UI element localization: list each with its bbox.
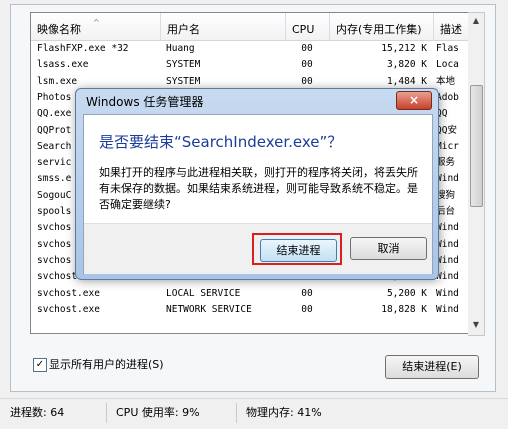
column-header-label: 映像名称	[37, 23, 81, 36]
highlight-box: 结束进程	[252, 233, 342, 265]
cell-cpu: 00	[301, 303, 313, 315]
column-header-user-name[interactable]: 用户名	[161, 13, 286, 40]
end-process-button[interactable]: 结束进程(E)	[385, 355, 479, 379]
cell-image-name: svchost.exe	[37, 303, 100, 315]
cell-memory: 15,212 K	[381, 43, 427, 54]
cell-description: Wind	[436, 238, 459, 250]
cell-image-name: svchost.exe	[37, 287, 100, 299]
cell-description: Loca	[436, 59, 459, 71]
cell-user-name: LOCAL SERVICE	[166, 287, 241, 299]
column-header-label: 描述	[440, 23, 462, 36]
cell-description: Wind	[436, 303, 459, 315]
status-physical-memory: 物理内存: 41%	[246, 406, 322, 419]
column-header-label: 内存(专用工作集)	[336, 23, 422, 36]
cell-description: QQ安	[436, 124, 457, 136]
cell-description: Flas	[436, 43, 459, 54]
cell-cpu: 00	[301, 59, 313, 71]
close-icon[interactable]: ×	[396, 91, 432, 110]
sort-ascending-icon: ^	[93, 18, 100, 27]
table-row[interactable]: svchost.exe LOCAL SERVICE 00 5,200 K Wind	[31, 286, 469, 302]
column-header-label: CPU	[292, 23, 315, 36]
cell-description: Wind	[436, 287, 459, 299]
table-row[interactable]: FlashFXP.exe *32 Huang 00 15,212 K Flas	[31, 41, 469, 57]
cell-memory: 5,200 K	[386, 287, 427, 299]
cell-description: Wind	[436, 173, 459, 185]
scrollbar-thumb[interactable]	[470, 85, 483, 207]
confirm-end-process-button[interactable]: 结束进程	[260, 239, 337, 262]
status-process-count: 进程数: 64	[10, 406, 65, 419]
dialog-content: 是否要结束“SearchIndexer.exe”？ 如果打开的程序与此进程相关联…	[83, 114, 433, 274]
column-header-label: 用户名	[167, 23, 200, 36]
cell-image-name: lsass.exe	[37, 59, 89, 71]
cancel-button[interactable]: 取消	[350, 237, 427, 260]
column-header-memory[interactable]: 内存(专用工作集)	[330, 13, 434, 40]
vertical-scrollbar[interactable]: ▲ ▼	[468, 12, 485, 336]
table-row[interactable]: lsass.exe SYSTEM 00 3,820 K Loca	[31, 57, 469, 73]
scroll-down-icon[interactable]: ▼	[468, 317, 484, 333]
cell-user-name: NETWORK SERVICE	[166, 303, 252, 315]
process-list-header: 映像名称 ^ 用户名 CPU 内存(专用工作集) 描述	[31, 13, 469, 41]
end-process-dialog: Windows 任务管理器 × 是否要结束“SearchIndexer.exe”…	[75, 88, 439, 280]
cell-description: Wind	[436, 271, 459, 283]
checkbox-checked-icon[interactable]: ✓	[33, 358, 47, 372]
column-header-image-name[interactable]: 映像名称 ^	[31, 13, 161, 40]
cell-description: 搜狗	[436, 189, 456, 201]
cell-description: Wind	[436, 254, 459, 266]
show-all-users-label: 显示所有用户的进程(S)	[49, 358, 164, 371]
dialog-question: 是否要结束“SearchIndexer.exe”？	[99, 133, 343, 151]
cell-memory: 3,820 K	[386, 59, 427, 71]
cell-description: QQ	[436, 108, 448, 120]
cell-description: 后台	[436, 206, 456, 217]
cell-image-name: FlashFXP.exe *32	[37, 43, 129, 54]
dialog-title: Windows 任务管理器	[86, 95, 204, 109]
cell-user-name: Huang	[166, 43, 195, 54]
scroll-up-icon[interactable]: ▲	[468, 13, 484, 29]
status-divider	[106, 403, 107, 423]
status-bar: 进程数: 64 CPU 使用率: 9% 物理内存: 41%	[0, 398, 508, 429]
cell-cpu: 00	[301, 287, 313, 299]
cell-cpu: 00	[301, 43, 313, 54]
cell-description: Micr	[436, 140, 459, 152]
status-divider	[236, 403, 237, 423]
table-row[interactable]: svchost.exe NETWORK SERVICE 00 18,828 K Wind	[31, 302, 469, 318]
cell-memory: 18,828 K	[381, 303, 427, 315]
column-header-description[interactable]: 描述	[434, 13, 469, 40]
cell-description: 服务	[436, 157, 456, 169]
column-header-cpu[interactable]: CPU	[286, 13, 330, 40]
dialog-message: 如果打开的程序与此进程相关联，则打开的程序将关闭，将丢失所有未保存的数据。如果结…	[99, 166, 418, 211]
cell-description: Adob	[436, 91, 459, 103]
cell-description: Wind	[436, 222, 459, 234]
cell-user-name: SYSTEM	[166, 59, 201, 71]
status-cpu-usage: CPU 使用率: 9%	[116, 406, 200, 419]
cell-description: 本地	[436, 75, 456, 87]
